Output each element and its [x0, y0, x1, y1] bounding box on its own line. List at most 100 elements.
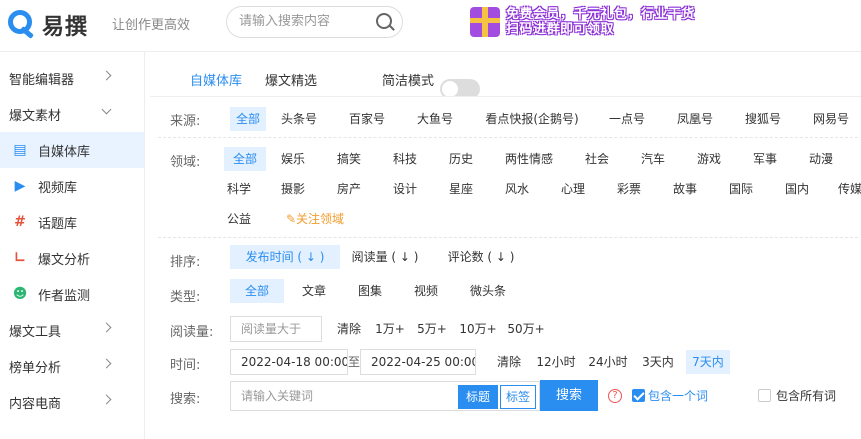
include-all-label[interactable]: 包含所有词 [776, 384, 842, 408]
source-option[interactable]: 全部 [230, 107, 266, 131]
sidebar-item-smart-editor[interactable]: 智能编辑器 [0, 60, 144, 96]
source-option[interactable]: 头条号 [278, 107, 320, 131]
tag-scope-button[interactable]: 标签 [500, 385, 536, 409]
sidebar-item-author-monitor[interactable]: ☻ 作者监测 [0, 276, 144, 312]
include-all-checkbox[interactable] [758, 389, 771, 402]
search-icon[interactable] [376, 13, 392, 29]
sidebar-item-hot-analysis[interactable]: ∟ 爆文分析 [0, 240, 144, 276]
domain-option[interactable]: 设计 [390, 177, 420, 201]
sidebar: 智能编辑器 爆文素材 ▤ 自媒体库 ▶ 视频库 # 话题库 ∟ 爆文分析 ☻ 作… [0, 52, 145, 439]
global-search[interactable] [226, 6, 403, 38]
banner-line-2: 扫码进群即可领取 [506, 22, 615, 37]
sidebar-item-label: 内容电商 [9, 396, 62, 412]
domain-option[interactable]: 科技 [390, 147, 420, 171]
sort-option-publish-time[interactable]: 发布时间 ( ↓ ) [230, 245, 340, 269]
sidebar-item-topic-library[interactable]: # 话题库 [0, 204, 144, 240]
reads-input[interactable]: 阅读量大于 [230, 316, 322, 342]
tab-media-library[interactable]: 自媒体库 [190, 70, 242, 89]
chevron-right-icon [101, 394, 112, 405]
source-option[interactable]: 一点号 [606, 107, 648, 131]
time-label: 时间: [170, 358, 201, 373]
domain-option[interactable]: 国内 [782, 177, 812, 201]
search-submit-button[interactable]: 搜索 [540, 380, 598, 411]
domain-option[interactable]: 心理 [558, 177, 588, 201]
sidebar-item-rank-analysis[interactable]: 榜单分析 [0, 348, 144, 384]
domain-option[interactable]: 军事 [750, 147, 780, 171]
follow-domain-button[interactable]: ✎关注领域 [280, 207, 350, 231]
sidebar-item-media-library[interactable]: ▤ 自媒体库 [0, 132, 144, 168]
source-option[interactable]: 网易号 [810, 107, 852, 131]
start-time-input[interactable]: 2022-04-18 00:00 [230, 349, 348, 375]
filter-panel: 来源: 全部 头条号 百家号 大鱼号 看点快报(企鹅号) 一点号 凤凰号 搜狐号… [150, 96, 861, 439]
domain-option[interactable]: 风水 [502, 177, 532, 201]
domain-option[interactable]: 动漫 [806, 147, 836, 171]
slogan: 让创作更高效 [112, 18, 191, 33]
domain-option[interactable]: 星座 [446, 177, 476, 201]
time-option[interactable]: 3天内 [640, 350, 676, 374]
document-icon: ▤ [13, 142, 27, 158]
type-option[interactable]: 全部 [230, 279, 284, 303]
sidebar-item-label: 自媒体库 [38, 144, 91, 160]
domain-option[interactable]: 传媒 [838, 177, 861, 201]
time-clear[interactable]: 清除 [494, 350, 524, 374]
type-option[interactable]: 视频 [408, 279, 444, 303]
source-option[interactable]: 百家号 [346, 107, 388, 131]
sidebar-item-ecommerce[interactable]: 内容电商 [0, 384, 144, 420]
chevron-right-icon [101, 358, 112, 369]
tab-hot-picks[interactable]: 爆文精选 [265, 70, 317, 89]
domain-option[interactable]: 彩票 [614, 177, 644, 201]
domain-option[interactable]: 全部 [224, 147, 266, 171]
source-option[interactable]: 大鱼号 [414, 107, 456, 131]
domain-option[interactable]: 国际 [726, 177, 756, 201]
reads-option[interactable]: 10万+ [458, 317, 498, 341]
reads-clear[interactable]: 清除 [334, 317, 364, 341]
chevron-right-icon [101, 70, 112, 81]
sidebar-item-label: 爆文分析 [38, 252, 91, 268]
sidebar-item-hot-materials[interactable]: 爆文素材 [0, 96, 144, 132]
type-option[interactable]: 图集 [352, 279, 388, 303]
domain-option[interactable]: 房产 [334, 177, 364, 201]
source-option[interactable]: 搜狐号 [742, 107, 784, 131]
sort-option-reads[interactable]: 阅读量 ( ↓ ) [350, 245, 420, 269]
chevron-right-icon [101, 322, 112, 333]
domain-option[interactable]: 两性情感 [502, 147, 556, 171]
type-label: 类型: [170, 290, 201, 305]
domain-option[interactable]: 故事 [670, 177, 700, 201]
domain-option[interactable]: 娱乐 [278, 147, 308, 171]
time-option[interactable]: 24小时 [586, 350, 630, 374]
domain-option[interactable]: 搞笑 [334, 147, 364, 171]
title-scope-button[interactable]: 标题 [458, 385, 498, 409]
sidebar-item-hot-tools[interactable]: 爆文工具 [0, 312, 144, 348]
type-option[interactable]: 微头条 [464, 279, 512, 303]
user-add-icon: ☻ [12, 286, 28, 302]
source-option[interactable]: 看点快报(企鹅号) [484, 107, 580, 131]
time-option-7days[interactable]: 7天内 [686, 350, 730, 374]
promo-banner[interactable]: 免费会员，千元礼包，行业干货 扫码进群即可领取 [470, 4, 695, 40]
source-option[interactable]: 凤凰号 [674, 107, 716, 131]
domain-label: 领域: [170, 155, 201, 170]
end-time-input[interactable]: 2022-04-25 00:00 [360, 349, 476, 375]
domain-option[interactable]: 公益 [224, 207, 254, 231]
reads-option[interactable]: 1万+ [374, 317, 406, 341]
logo[interactable]: 易撰 [6, 8, 88, 42]
divider [158, 237, 858, 238]
type-option[interactable]: 文章 [296, 279, 332, 303]
sidebar-item-video-library[interactable]: ▶ 视频库 [0, 168, 144, 204]
reads-label: 阅读量: [170, 325, 214, 340]
sort-option-comments[interactable]: 评论数 ( ↓ ) [446, 245, 516, 269]
time-option[interactable]: 12小时 [534, 350, 578, 374]
include-one-label[interactable]: 包含一个词 [648, 384, 714, 408]
include-one-checkbox[interactable] [632, 389, 645, 402]
domain-option[interactable]: 社会 [582, 147, 612, 171]
domain-option[interactable]: 汽车 [638, 147, 668, 171]
reads-option[interactable]: 50万+ [506, 317, 546, 341]
domain-option[interactable]: 历史 [446, 147, 476, 171]
domain-option[interactable]: 摄影 [278, 177, 308, 201]
domain-option[interactable]: 科学 [224, 177, 254, 201]
help-icon[interactable]: ? [608, 389, 622, 403]
search-input[interactable] [239, 14, 369, 29]
reads-option[interactable]: 5万+ [416, 317, 448, 341]
domain-option[interactable]: 游戏 [694, 147, 724, 171]
top-bar: 易撰 让创作更高效 免费会员，千元礼包，行业干货 扫码进群即可领取 [0, 0, 861, 52]
hashtag-icon: # [14, 214, 26, 230]
